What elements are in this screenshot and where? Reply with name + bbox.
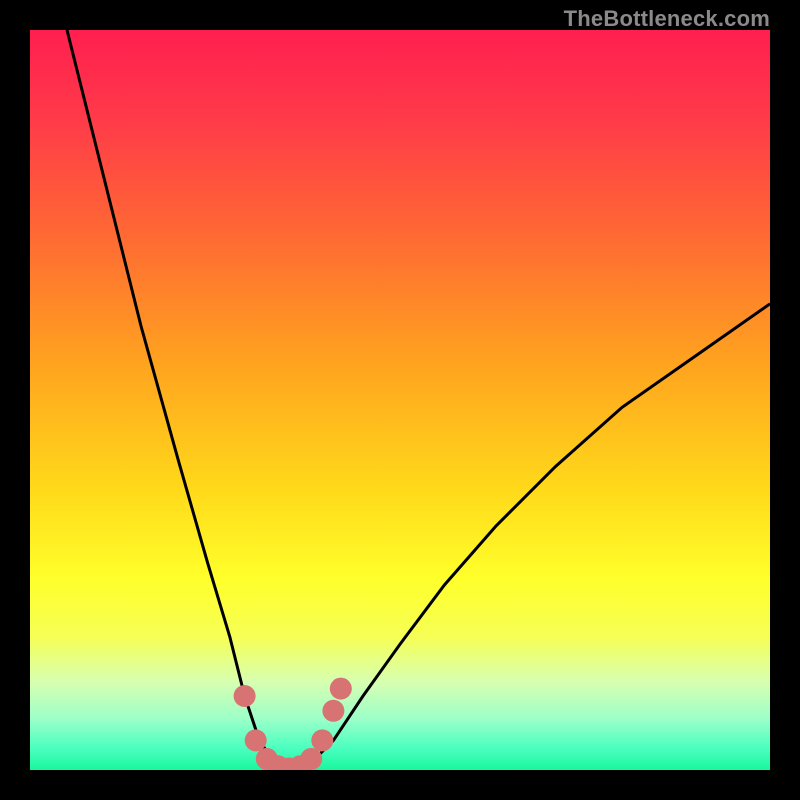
bottleneck-curve — [67, 30, 770, 770]
watermark-text: TheBottleneck.com — [564, 6, 770, 32]
highlight-dot — [330, 678, 352, 700]
highlight-dot — [322, 700, 344, 722]
highlight-dot — [245, 729, 267, 751]
chart-frame — [30, 30, 770, 770]
highlight-dot — [300, 748, 322, 770]
highlight-dots — [234, 678, 352, 770]
highlight-dot — [311, 729, 333, 751]
chart-svg — [30, 30, 770, 770]
highlight-dot — [234, 685, 256, 707]
